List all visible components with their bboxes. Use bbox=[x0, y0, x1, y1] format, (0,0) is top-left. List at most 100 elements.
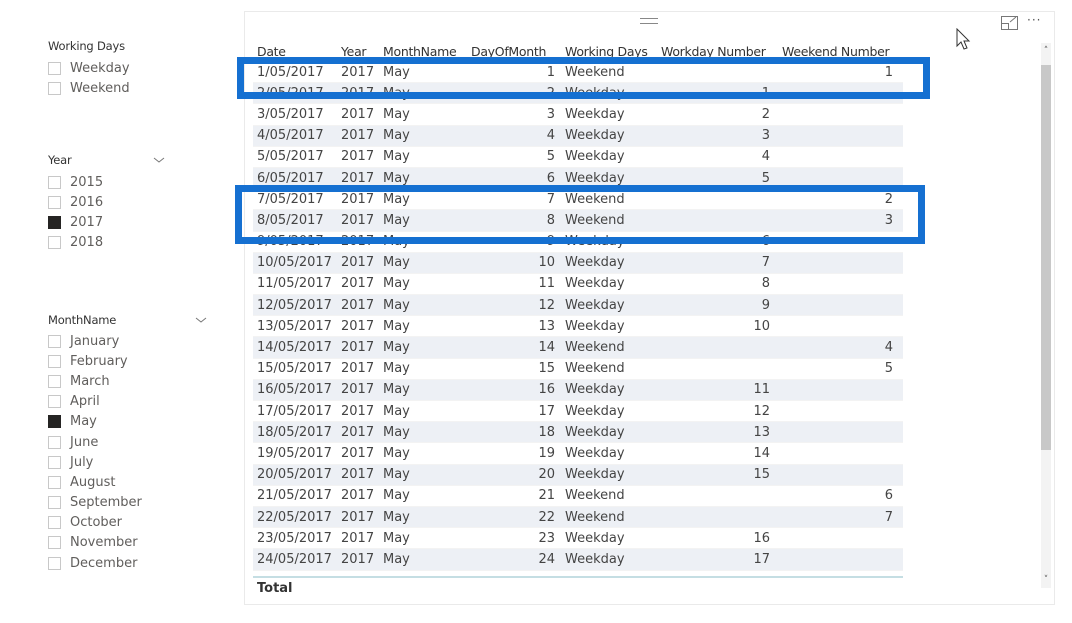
cell-working-days: Weekday bbox=[565, 255, 625, 271]
cell-working-days: Weekend bbox=[565, 64, 625, 80]
table-row: 3/05/2017 2017 May 3 Weekday 2 bbox=[253, 104, 903, 126]
slicer-item-label: March bbox=[70, 373, 110, 389]
slicer-item-august[interactable]: August bbox=[48, 472, 208, 492]
cell-date: 11/05/2017 bbox=[257, 276, 332, 292]
checkbox[interactable] bbox=[48, 395, 61, 409]
cell-working-days: Weekday bbox=[565, 530, 625, 546]
slicer-item-january[interactable]: January bbox=[48, 331, 208, 351]
cell-year: 2017 bbox=[341, 403, 375, 419]
column-header-working-days[interactable]: Working Days bbox=[559, 44, 657, 59]
cell-month-name: May bbox=[383, 488, 410, 504]
checkbox[interactable] bbox=[48, 215, 61, 229]
slicer-item-july[interactable]: July bbox=[48, 452, 208, 472]
cell-date: 5/05/2017 bbox=[257, 149, 324, 165]
table-visual: ··· Date Year MonthName DayOfMonth Working D… bbox=[244, 11, 1055, 605]
checkbox[interactable] bbox=[48, 81, 61, 95]
checkbox[interactable] bbox=[48, 236, 61, 250]
drag-handle-icon[interactable] bbox=[640, 18, 658, 24]
scroll-thumb[interactable] bbox=[1041, 65, 1051, 450]
slicer-header: Year bbox=[48, 152, 166, 168]
slicer-item-december[interactable]: December bbox=[48, 553, 208, 573]
scroll-up-icon[interactable]: ˄ bbox=[1041, 45, 1051, 57]
cell-working-days: Weekday bbox=[565, 424, 625, 440]
table-row: 7/05/2017 2017 May 7 Weekend 2 bbox=[253, 189, 903, 211]
cell-month-name: May bbox=[383, 128, 410, 144]
checkbox[interactable] bbox=[48, 354, 61, 368]
column-header-date[interactable]: Date bbox=[253, 44, 337, 59]
checkbox[interactable] bbox=[48, 455, 61, 469]
column-header-day-of-month[interactable]: DayOfMonth bbox=[467, 44, 559, 59]
scroll-down-icon[interactable]: ˅ bbox=[1041, 574, 1051, 586]
chevron-down-icon[interactable] bbox=[152, 155, 166, 165]
focus-mode-icon[interactable] bbox=[1001, 16, 1018, 30]
slicer-year: Year 2015 2016 2017 2018 bbox=[48, 152, 166, 253]
slicer-item-february[interactable]: February bbox=[48, 351, 208, 371]
cell-month-name: May bbox=[383, 212, 410, 228]
checkbox[interactable] bbox=[48, 475, 61, 489]
column-header-year[interactable]: Year bbox=[337, 44, 379, 59]
chevron-down-icon[interactable] bbox=[194, 315, 208, 325]
total-label: Total bbox=[257, 581, 293, 596]
cell-year: 2017 bbox=[341, 467, 375, 483]
slicer-item-june[interactable]: June bbox=[48, 432, 208, 452]
vertical-scrollbar[interactable]: ˄ ˅ bbox=[1041, 43, 1051, 588]
slicer-item-2017[interactable]: 2017 bbox=[48, 212, 166, 232]
more-options-icon[interactable]: ··· bbox=[1027, 13, 1041, 27]
cell-day-of-month: 10 bbox=[538, 255, 555, 271]
cell-workday-number: 11 bbox=[753, 382, 770, 398]
cell-month-name: May bbox=[383, 445, 410, 461]
slicer-item-november[interactable]: November bbox=[48, 533, 208, 553]
slicer-item-weekend[interactable]: Weekend bbox=[48, 78, 218, 98]
cell-workday-number: 7 bbox=[761, 255, 770, 271]
checkbox[interactable] bbox=[48, 435, 61, 449]
table-row: 23/05/2017 2017 May 23 Weekday 16 bbox=[253, 528, 903, 550]
cell-day-of-month: 1 bbox=[546, 64, 555, 80]
checkbox[interactable] bbox=[48, 374, 61, 388]
cell-year: 2017 bbox=[341, 382, 375, 398]
cell-working-days: Weekday bbox=[565, 318, 625, 334]
slicer-item-label: Weekday bbox=[70, 60, 130, 76]
cell-date: 22/05/2017 bbox=[257, 509, 332, 525]
slicer-item-april[interactable]: April bbox=[48, 392, 208, 412]
column-header-weekend-number[interactable]: Weekend Number bbox=[778, 44, 899, 59]
slicer-item-march[interactable]: March bbox=[48, 371, 208, 391]
checkbox[interactable] bbox=[48, 61, 61, 75]
slicer-item-october[interactable]: October bbox=[48, 513, 208, 533]
slicer-item-2016[interactable]: 2016 bbox=[48, 192, 166, 212]
cell-date: 17/05/2017 bbox=[257, 403, 332, 419]
cell-year: 2017 bbox=[341, 276, 375, 292]
table-row: 15/05/2017 2017 May 15 Weekend 5 bbox=[253, 359, 903, 380]
checkbox[interactable] bbox=[48, 536, 61, 550]
slicer-item-september[interactable]: September bbox=[48, 493, 208, 513]
slicer-item-may[interactable]: May bbox=[48, 412, 208, 432]
slicer-item-weekday[interactable]: Weekday bbox=[48, 58, 218, 78]
checkbox[interactable] bbox=[48, 195, 61, 209]
cell-working-days: Weekday bbox=[565, 106, 625, 122]
checkbox[interactable] bbox=[48, 334, 61, 348]
cell-date: 3/05/2017 bbox=[257, 106, 324, 122]
cell-workday-number: 9 bbox=[761, 297, 770, 313]
checkbox[interactable] bbox=[48, 516, 61, 530]
checkbox[interactable] bbox=[48, 175, 61, 189]
checkbox[interactable] bbox=[48, 496, 61, 510]
table-row: 12/05/2017 2017 May 12 Weekday 9 bbox=[253, 295, 903, 317]
cell-year: 2017 bbox=[341, 149, 375, 165]
cell-workday-number: 13 bbox=[753, 424, 770, 440]
cell-date: 19/05/2017 bbox=[257, 445, 332, 461]
slicer-item-2018[interactable]: 2018 bbox=[48, 233, 166, 253]
cell-workday-number: 16 bbox=[753, 530, 770, 546]
table-row: 24/05/2017 2017 May 24 Weekday 17 bbox=[253, 549, 903, 571]
slicer-item-2015[interactable]: 2015 bbox=[48, 172, 166, 192]
cell-working-days: Weekend bbox=[565, 340, 625, 356]
cell-day-of-month: 5 bbox=[546, 149, 555, 165]
column-header-month-name[interactable]: MonthName bbox=[379, 44, 467, 59]
checkbox[interactable] bbox=[48, 556, 61, 570]
cell-day-of-month: 3 bbox=[546, 106, 555, 122]
checkbox[interactable] bbox=[48, 415, 61, 429]
slicer-items: Weekday Weekend bbox=[48, 58, 218, 98]
cell-day-of-month: 15 bbox=[538, 361, 555, 377]
cell-month-name: May bbox=[383, 106, 410, 122]
table-row: 17/05/2017 2017 May 17 Weekday 12 bbox=[253, 401, 903, 423]
cell-working-days: Weekday bbox=[565, 149, 625, 165]
column-header-workday-number[interactable]: Workday Number bbox=[657, 44, 778, 59]
